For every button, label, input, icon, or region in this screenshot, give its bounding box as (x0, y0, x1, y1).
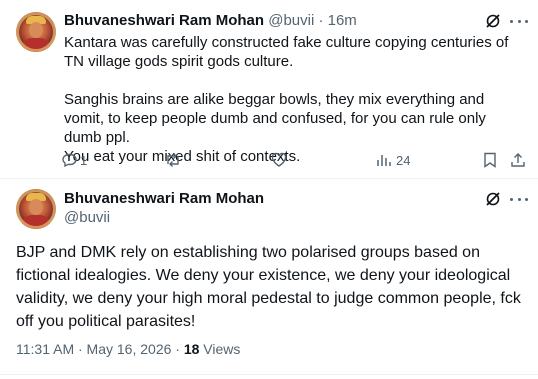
tweet-text: Kantara was carefully constructed fake c… (64, 34, 509, 165)
author-name[interactable]: Bhuvaneshwari Ram Mohan (64, 190, 264, 207)
grok-icon[interactable] (484, 12, 502, 30)
avatar[interactable] (16, 189, 56, 229)
author-name[interactable]: Bhuvaneshwari Ram Mohan (64, 12, 264, 29)
timestamp-text[interactable]: 11:31 AM · May 16, 2026 · (16, 341, 184, 357)
divider (0, 374, 538, 375)
like-icon[interactable] (270, 151, 288, 169)
avatar[interactable] (16, 12, 56, 52)
retweet-icon[interactable] (163, 151, 183, 169)
more-icon[interactable] (510, 19, 528, 23)
views-count: 24 (396, 153, 411, 168)
more-icon[interactable] (510, 197, 528, 201)
share-icon[interactable] (509, 151, 527, 169)
author-handle[interactable]: @buvii (64, 209, 110, 226)
reply-count: 1 (80, 153, 88, 168)
bookmark-icon[interactable] (481, 151, 499, 169)
tweet-text: BJP and DMK rely on establishing two pol… (16, 244, 526, 330)
views-label: Views (199, 341, 241, 357)
view-count: 18 (183, 341, 200, 357)
divider (0, 178, 538, 179)
reply-icon[interactable] (61, 151, 79, 169)
grok-icon[interactable] (484, 190, 502, 208)
tweet-timestamp: 11:31 AM · May 16, 2026 · 18 Views (16, 341, 240, 357)
handle-time[interactable]: @buvii · 16m (268, 12, 357, 29)
views-icon[interactable] (375, 151, 393, 169)
